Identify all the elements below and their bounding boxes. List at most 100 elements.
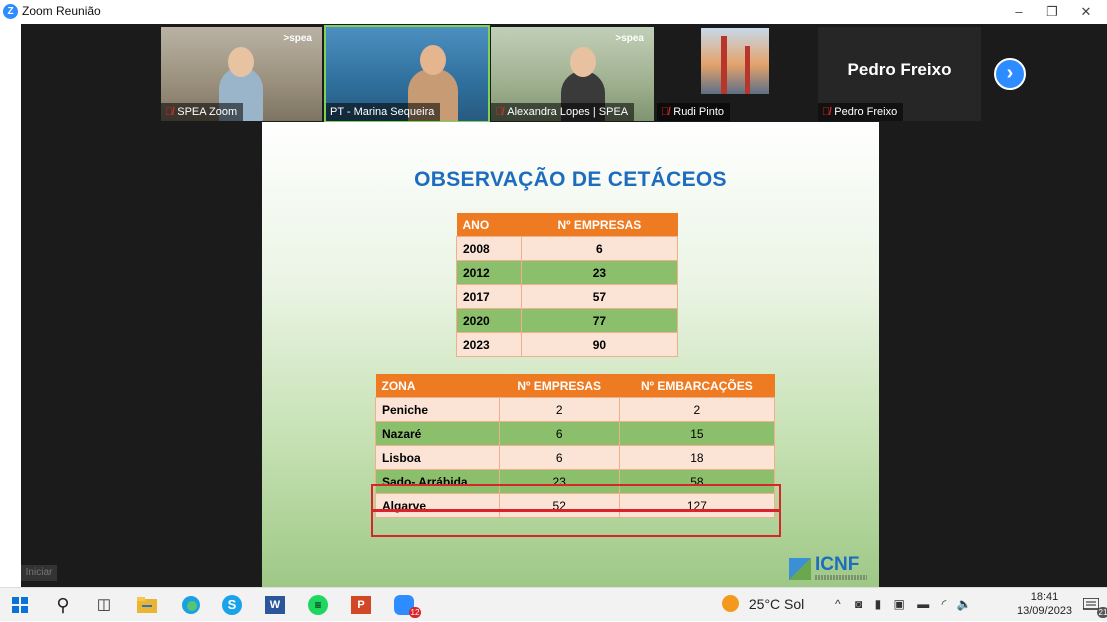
- table-cell: 23: [520, 260, 679, 285]
- clock[interactable]: 18:41 13/09/2023: [1017, 590, 1072, 618]
- participant-name: Pedro Freixo: [834, 106, 898, 118]
- table-cell: Nazaré: [375, 421, 500, 446]
- table-cell: 2017: [456, 284, 522, 309]
- participant-tile[interactable]: 🎙̸ Rudi Pinto: [657, 27, 817, 121]
- shared-slide: OBSERVAÇÃO DE CETÁCEOS ANO Nº EMPRESAS 2…: [262, 122, 879, 587]
- table-cell: 2: [618, 397, 776, 422]
- taskbar: ⚲ ◫ S W ≡ P 12 25°C Sol ^ ◙ ▮ ▣ ▬ ◜ 🔈 18…: [0, 587, 1107, 621]
- notification-center-icon[interactable]: 21: [1078, 594, 1107, 618]
- spea-logo-icon: >spea: [615, 33, 644, 44]
- edge-browser-icon[interactable]: [180, 594, 202, 616]
- chevron-up-icon[interactable]: ^: [835, 597, 841, 611]
- table-header-cell: Nº EMPRESAS: [521, 213, 678, 237]
- system-tray[interactable]: ^ ◙ ▮ ▣ ▬ ◜ 🔈: [835, 588, 972, 621]
- icnf-logo-text: ICNF: [815, 554, 860, 575]
- participant-display-name: Pedro Freixo: [847, 60, 952, 79]
- table-cell: 2008: [456, 236, 522, 261]
- search-icon[interactable]: ⚲: [52, 594, 74, 616]
- minimize-icon[interactable]: –: [1006, 2, 1032, 22]
- table-cell: 57: [520, 284, 679, 309]
- clock-date: 13/09/2023: [1017, 605, 1073, 617]
- table-cell: 77: [520, 308, 679, 333]
- table-header-cell: Nº EMBARCAÇÕES: [619, 374, 775, 398]
- window-title: Zoom Reunião: [22, 4, 101, 18]
- volume-icon[interactable]: 🔈: [957, 597, 972, 611]
- table-cell: Lisboa: [375, 445, 500, 470]
- table-row: Lisboa 6 18: [375, 445, 776, 470]
- file-explorer-icon[interactable]: [136, 594, 158, 616]
- table-header-cell: Nº EMPRESAS: [499, 374, 620, 398]
- battery-icon[interactable]: ▬: [917, 597, 929, 611]
- participant-name: Alexandra Lopes | SPEA: [507, 106, 629, 118]
- companies-by-year-table: ANO Nº EMPRESAS 2008 6 2012 23 2017 57 2…: [456, 213, 679, 357]
- spotify-icon[interactable]: ≡: [308, 594, 330, 616]
- participant-nameplate: 🎙̸ Alexandra Lopes | SPEA: [491, 103, 635, 121]
- slide-title: OBSERVAÇÃO DE CETÁCEOS: [414, 168, 727, 191]
- task-view-icon[interactable]: ◫: [93, 594, 115, 616]
- mic-muted-icon: 🎙̸: [165, 106, 174, 118]
- participant-name: Rudi Pinto: [673, 106, 725, 118]
- table-row: 2020 77: [456, 308, 679, 333]
- table-cell: 6: [498, 445, 620, 470]
- meet-now-icon[interactable]: ◙: [855, 597, 862, 611]
- table-cell: 2012: [456, 260, 522, 285]
- microphone-icon[interactable]: ▮: [875, 597, 882, 611]
- start-tooltip: Iniciar: [21, 565, 57, 581]
- table-header-cell: ZONA: [375, 374, 500, 398]
- maximize-icon[interactable]: ❐: [1039, 2, 1065, 22]
- table-row: Peniche 2 2: [375, 397, 776, 422]
- participant-tile[interactable]: >spea 🎙̸ SPEA Zoom: [161, 27, 322, 121]
- participant-gallery: >spea 🎙̸ SPEA Zoom PT - Marina Sequeira >…: [21, 24, 1107, 123]
- table-cell: 2020: [456, 308, 522, 333]
- participant-face: [420, 45, 446, 75]
- notification-count-badge: 21: [1097, 607, 1107, 618]
- participant-face: [570, 47, 596, 77]
- table-cell: 90: [520, 332, 679, 357]
- table-cell: 2023: [456, 332, 522, 357]
- powerpoint-icon[interactable]: P: [351, 594, 373, 616]
- participant-tile-active-speaker[interactable]: PT - Marina Sequeira: [324, 25, 490, 123]
- table-header-row: ZONA Nº EMPRESAS Nº EMBARCAÇÕES: [375, 374, 775, 398]
- table-row: 2017 57: [456, 284, 679, 309]
- participant-nameplate: 🎙̸ Pedro Freixo: [818, 103, 904, 121]
- participant-nameplate: PT - Marina Sequeira: [326, 103, 441, 121]
- windows-start-icon[interactable]: [9, 594, 31, 616]
- participant-tile[interactable]: >spea 🎙̸ Alexandra Lopes | SPEA: [491, 27, 654, 121]
- clock-time: 18:41: [1030, 591, 1059, 603]
- zoom-taskbar-icon[interactable]: 12: [394, 594, 421, 618]
- screen-share-icon[interactable]: ▣: [894, 597, 905, 611]
- spea-logo-icon: >spea: [283, 33, 312, 44]
- word-icon[interactable]: W: [265, 594, 287, 616]
- table-cell: 2: [498, 397, 620, 422]
- skype-icon[interactable]: S: [222, 594, 244, 616]
- table-header-row: ANO Nº EMPRESAS: [456, 213, 678, 237]
- participant-nameplate: 🎙̸ Rudi Pinto: [657, 103, 731, 121]
- close-icon[interactable]: ✕: [1073, 2, 1099, 22]
- participant-tile[interactable]: Pedro Freixo 🎙̸ Pedro Freixo: [818, 27, 981, 121]
- participant-face: [228, 47, 254, 77]
- table-cell: 18: [618, 445, 776, 470]
- table-cell: 6: [498, 421, 620, 446]
- participant-name: PT - Marina Sequeira: [330, 106, 435, 118]
- icnf-emblem-icon: [789, 558, 811, 580]
- table-header-cell: ANO: [456, 213, 522, 237]
- wifi-icon[interactable]: ◜: [942, 597, 947, 611]
- participant-nameplate: 🎙̸ SPEA Zoom: [161, 103, 244, 121]
- zoom-logo-icon: Z: [3, 4, 18, 19]
- next-page-button[interactable]: ›: [994, 58, 1026, 90]
- sun-icon: [722, 595, 739, 613]
- meeting-area: >spea 🎙̸ SPEA Zoom PT - Marina Sequeira >…: [21, 24, 1107, 587]
- weather-text: 25°C Sol: [748, 596, 805, 612]
- table-row: 2012 23: [456, 260, 679, 285]
- table-row: Nazaré 6 15: [375, 421, 776, 446]
- highlight-box-sado-arrabida: [371, 484, 781, 511]
- table-row: 2023 90: [456, 332, 679, 357]
- highlight-box-algarve: [371, 510, 781, 537]
- table-row: 2008 6: [456, 236, 679, 261]
- title-bar: Z Zoom Reunião – ❐ ✕: [0, 0, 1107, 24]
- zoom-notification-badge: 12: [409, 607, 421, 618]
- weather-widget[interactable]: 25°C Sol: [722, 588, 804, 621]
- mic-muted-icon: 🎙̸: [661, 106, 670, 118]
- mic-muted-icon: 🎙̸: [822, 106, 831, 118]
- participant-name: SPEA Zoom: [177, 106, 238, 118]
